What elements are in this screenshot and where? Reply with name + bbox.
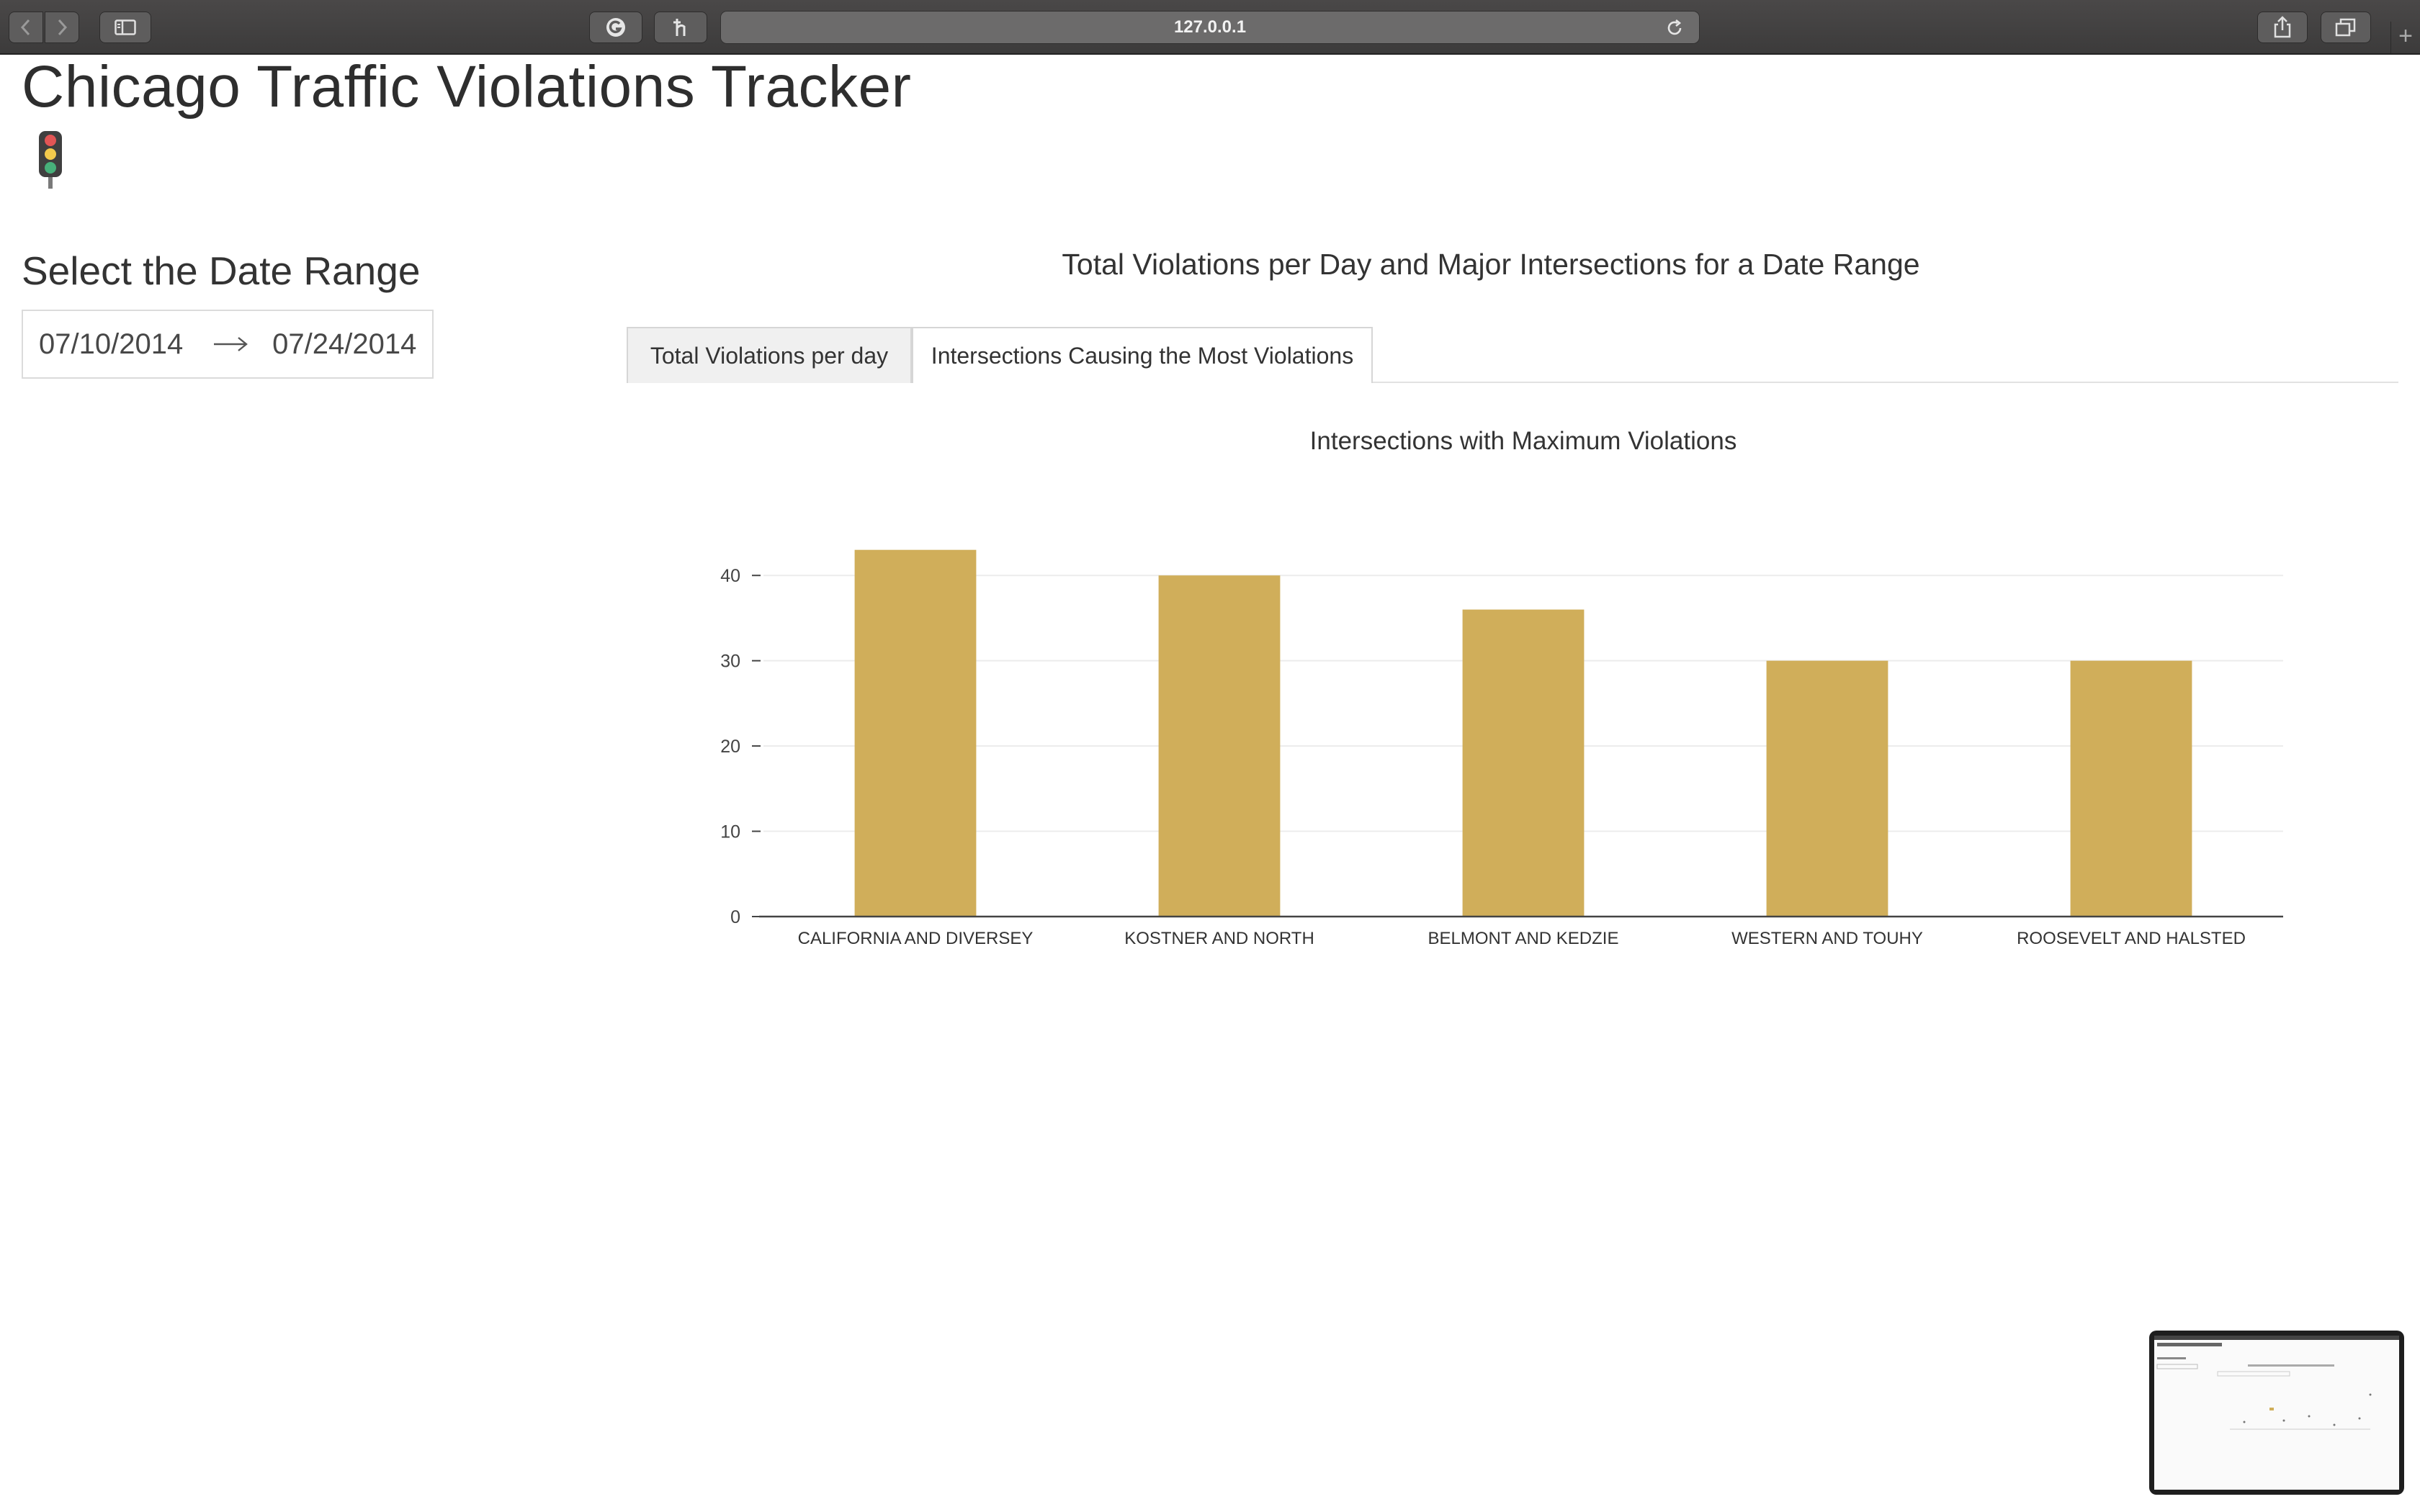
bar [2070,660,2192,917]
x-tick-label: BELMONT AND KEDZIE [1428,929,1619,948]
date-range-picker[interactable]: 07/10/2014 07/24/2014 [22,310,434,379]
share-icon [2274,16,2291,38]
bar [854,549,977,917]
page-title: Chicago Traffic Violations Tracker [22,54,912,120]
grammarly-icon [606,18,625,37]
honey-icon [673,19,686,36]
address-bar[interactable]: 127.0.0.1 [720,11,1700,44]
traffic-light-icon [39,131,62,189]
reload-icon[interactable] [1664,18,1685,38]
tab-intersections[interactable]: Intersections Causing the Most Violation… [912,327,1373,383]
forward-button[interactable] [45,12,79,43]
chart-svg: Intersections with Maximum Violations 0 10… [720,427,2283,948]
honey-extension-button[interactable] [654,12,707,43]
tab-overview-button[interactable] [2321,12,2371,43]
tab-total-violations[interactable]: Total Violations per day [627,327,912,383]
screenshot-thumbnail[interactable] [2149,1331,2404,1495]
x-tick-label: ROOSEVELT AND HALSTED [2017,929,2246,948]
y-tick-label: 10 [720,822,740,842]
thumbnail-image [2154,1336,2399,1430]
chart-title: Intersections with Maximum Violations [1310,427,1737,455]
bar [1766,660,1888,917]
plus-icon: + [2398,22,2413,50]
tab-bar: Total Violations per day Intersections C… [627,327,2398,383]
browser-toolbar: 127.0.0.1 + [0,0,2420,55]
bar-chart: Intersections with Maximum Violations 0 10… [627,403,2398,965]
tabs-icon [2335,18,2356,37]
y-tick-label: 20 [720,737,740,757]
grammarly-extension-button[interactable] [589,12,642,43]
y-tick-label: 0 [730,907,740,927]
main-heading: Total Violations per Day and Major Inter… [1062,248,1920,281]
date-range-heading: Select the Date Range [22,248,421,293]
url-text: 127.0.0.1 [1173,17,1247,37]
x-tick-label: WESTERN AND TOUHY [1731,929,1923,948]
share-button[interactable] [2257,12,2308,43]
sidebar-toggle-button[interactable] [99,12,151,43]
back-button[interactable] [9,12,43,43]
sidebar-icon [115,19,136,35]
thumbnail-preview [2154,1336,2399,1490]
bar [1158,575,1281,917]
arrow-right-icon [199,336,262,353]
end-date-input[interactable]: 07/24/2014 [262,328,432,361]
bar [1462,609,1585,917]
y-tick-label: 30 [720,652,740,672]
x-tick-label: KOSTNER AND NORTH [1124,929,1314,948]
start-date-input[interactable]: 07/10/2014 [23,328,199,361]
chevron-left-icon [20,19,30,36]
x-tick-label: CALIFORNIA AND DIVERSEY [798,929,1034,948]
chevron-right-icon [58,19,68,36]
new-tab-button[interactable]: + [2390,22,2420,53]
y-tick-label: 40 [720,566,740,586]
